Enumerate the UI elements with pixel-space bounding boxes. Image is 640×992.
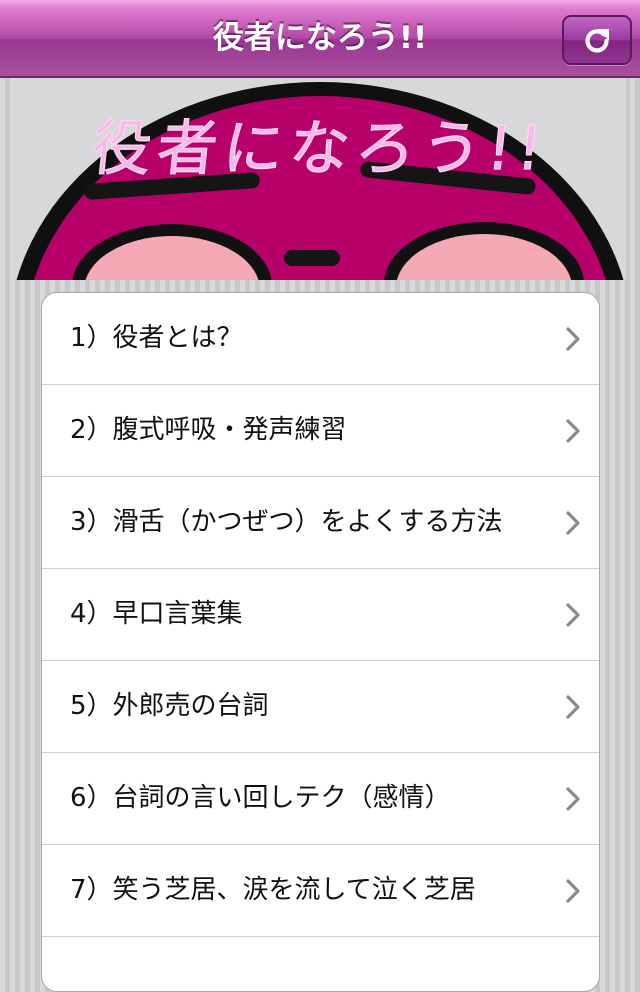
chevron-right-icon xyxy=(566,603,580,627)
list-item-label: 5）外郎売の台詞 xyxy=(70,691,269,721)
list-item-label: 3）滑舌（かつぜつ）をよくする方法 xyxy=(70,507,503,537)
list-item[interactable]: 3）滑舌（かつぜつ）をよくする方法 xyxy=(42,477,599,569)
refresh-icon xyxy=(585,29,609,53)
list-item[interactable]: 7）笑う芝居、涙を流して泣く芝居 xyxy=(42,845,599,937)
chevron-right-icon xyxy=(566,419,580,443)
chevron-right-icon xyxy=(566,879,580,903)
page-title: 役者になろう!! xyxy=(212,20,428,56)
list-item-label: 6）台詞の言い回しテク（感情） xyxy=(70,783,451,813)
chevron-right-icon xyxy=(566,511,580,535)
banner-image: 役者になろう!! xyxy=(14,78,626,280)
menu-list: 1）役者とは？ 2）腹式呼吸・発声練習 3）滑舌（かつぜつ）をよくする方法 4）… xyxy=(41,292,600,992)
list-item[interactable] xyxy=(42,937,599,991)
navigation-bar: 役者になろう!! xyxy=(0,0,640,78)
list-item-label: 7）笑う芝居、涙を流して泣く芝居 xyxy=(70,875,476,905)
chevron-right-icon xyxy=(566,787,580,811)
list-item[interactable]: 2）腹式呼吸・発声練習 xyxy=(42,385,599,477)
list-item[interactable]: 5）外郎売の台詞 xyxy=(42,661,599,753)
list-item-label: 1）役者とは？ xyxy=(70,323,243,353)
banner-title: 役者になろう!! xyxy=(87,113,552,184)
list-item[interactable]: 6）台詞の言い回しテク（感情） xyxy=(42,753,599,845)
list-item-label: 4）早口言葉集 xyxy=(70,599,243,629)
list-item[interactable]: 1）役者とは？ xyxy=(42,293,599,385)
list-item[interactable]: 4）早口言葉集 xyxy=(42,569,599,661)
chevron-right-icon xyxy=(566,695,580,719)
list-item-label: 2）腹式呼吸・発声練習 xyxy=(70,415,347,445)
chevron-right-icon xyxy=(566,327,580,351)
refresh-button[interactable] xyxy=(562,15,632,65)
